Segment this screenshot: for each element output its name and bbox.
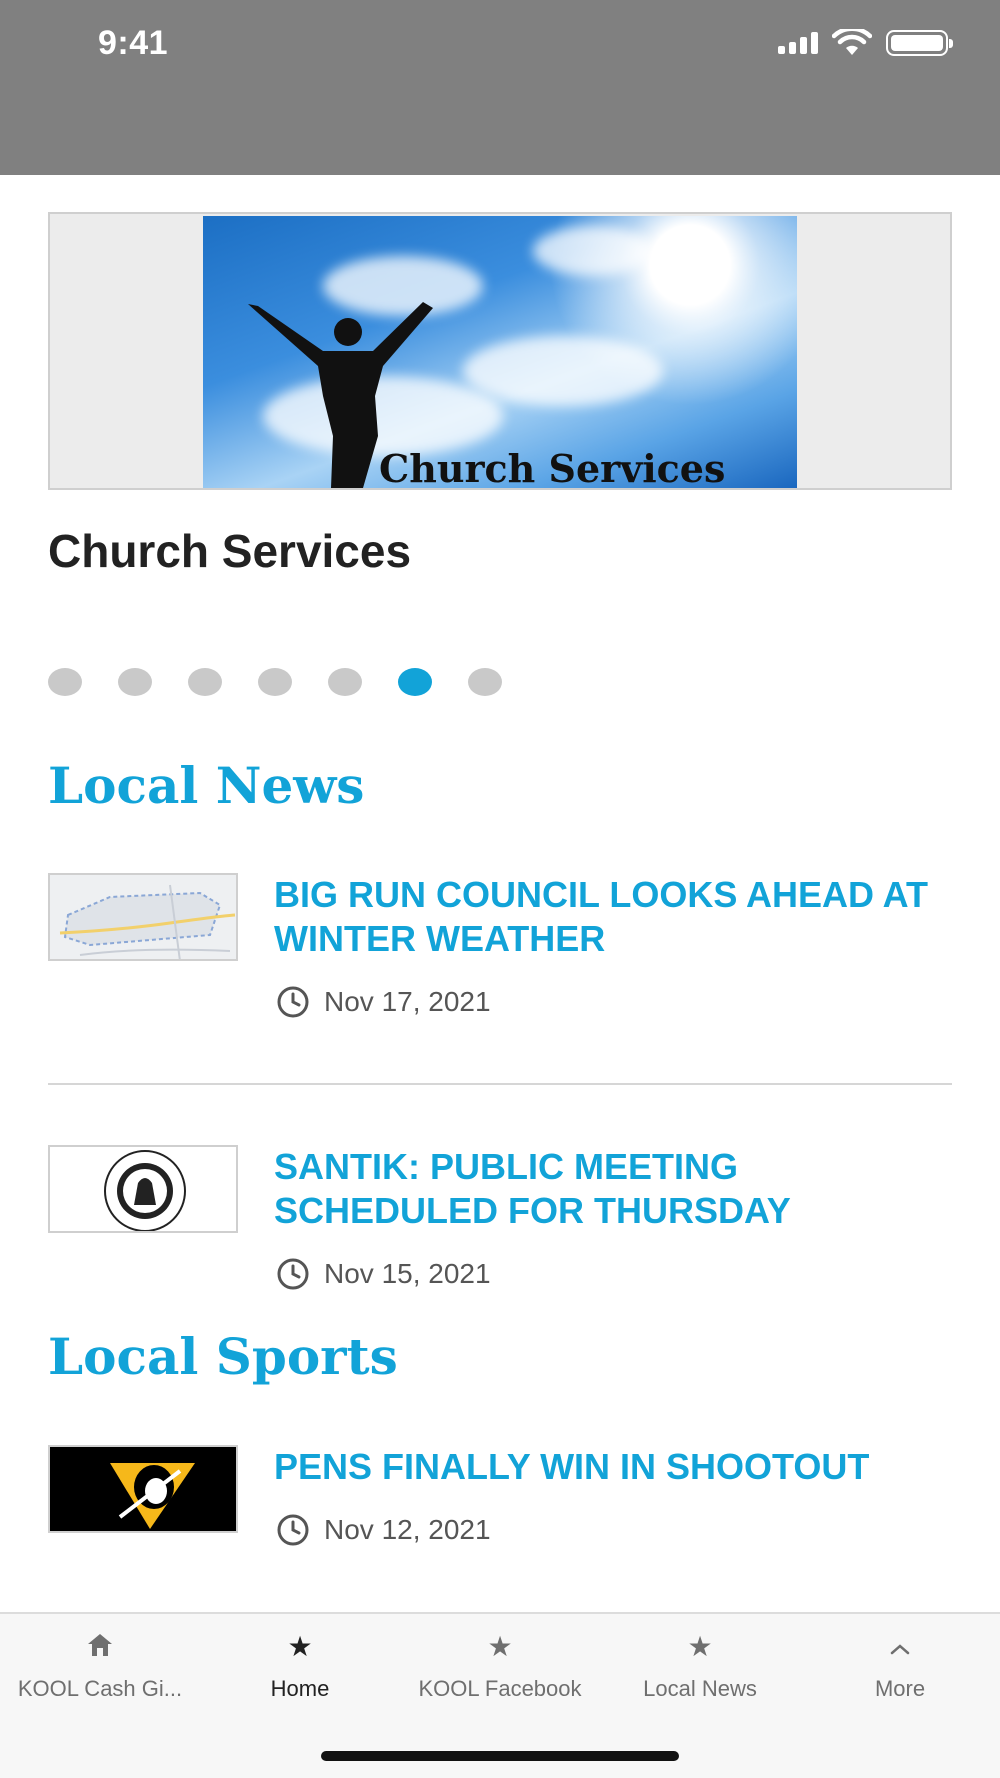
news-date-text: Nov 17, 2021 <box>324 986 491 1017</box>
clock-icon <box>277 986 309 1018</box>
tab-kool-cash[interactable]: KOOL Cash Gi... <box>0 1632 200 1702</box>
tab-more[interactable]: More <box>800 1632 1000 1702</box>
news-date-text: Nov 12, 2021 <box>324 1514 491 1545</box>
news-item[interactable]: BIG RUN COUNCIL LOOKS AHEAD AT WINTER WE… <box>48 873 952 1023</box>
chevron-up-icon <box>800 1632 1000 1662</box>
home-indicator[interactable] <box>321 1751 679 1761</box>
pagination-dot[interactable] <box>48 668 82 696</box>
news-item[interactable]: PENS FINALLY WIN IN SHOOTOUT Nov 12, 202… <box>48 1445 952 1565</box>
pagination-dot[interactable] <box>468 668 502 696</box>
news-date: Nov 17, 2021 <box>276 985 491 1019</box>
pagination-dot[interactable] <box>188 668 222 696</box>
news-headline[interactable]: BIG RUN COUNCIL LOOKS AHEAD AT WINTER WE… <box>274 873 954 961</box>
carousel-image-caption: Church Services <box>379 446 726 488</box>
carousel-pagination[interactable] <box>48 668 502 696</box>
news-item[interactable]: SANTIK: PUBLIC MEETING SCHEDULED FOR THU… <box>48 1145 952 1295</box>
clock-icon <box>277 1258 309 1290</box>
news-date: Nov 15, 2021 <box>276 1257 491 1291</box>
carousel-image[interactable]: Church Services <box>203 216 797 488</box>
carousel-title[interactable]: Church Services <box>48 524 411 578</box>
map-thumbnail[interactable] <box>48 873 238 961</box>
tab-label: Home <box>270 1676 330 1701</box>
star-icon: ★ <box>487 1631 513 1662</box>
tab-label: Local News <box>643 1676 757 1701</box>
signal-icon <box>778 32 818 54</box>
news-date-text: Nov 15, 2021 <box>324 1258 491 1289</box>
pagination-dot[interactable] <box>258 668 292 696</box>
status-icons <box>778 28 953 58</box>
borough-seal-thumbnail[interactable] <box>48 1145 238 1233</box>
star-icon: ★ <box>287 1631 313 1662</box>
news-divider <box>48 1083 952 1085</box>
pagination-dot-active[interactable] <box>398 668 432 696</box>
tab-label: KOOL Facebook <box>418 1676 582 1701</box>
featured-carousel[interactable]: Church Services <box>48 212 952 490</box>
top-bar: 9:41 <box>0 0 1000 175</box>
home-icon <box>0 1632 200 1662</box>
local-news-heading[interactable]: Local News <box>48 756 364 815</box>
wifi-icon <box>832 29 872 55</box>
tab-kool-facebook[interactable]: ★ KOOL Facebook <box>400 1632 600 1702</box>
tab-label: More <box>874 1676 926 1701</box>
pagination-dot[interactable] <box>118 668 152 696</box>
pagination-dot[interactable] <box>328 668 362 696</box>
news-headline[interactable]: SANTIK: PUBLIC MEETING SCHEDULED FOR THU… <box>274 1145 954 1233</box>
news-date: Nov 12, 2021 <box>276 1513 491 1547</box>
clock-icon <box>277 1514 309 1546</box>
local-sports-heading[interactable]: Local Sports <box>48 1327 398 1386</box>
penguins-logo-thumbnail[interactable] <box>48 1445 238 1533</box>
battery-icon <box>886 30 953 56</box>
tab-label: KOOL Cash Gi... <box>17 1676 183 1701</box>
tab-home[interactable]: ★ Home <box>200 1632 400 1702</box>
status-time: 9:41 <box>98 24 169 62</box>
star-icon: ★ <box>687 1631 713 1662</box>
tab-local-news[interactable]: ★ Local News <box>600 1632 800 1702</box>
news-headline[interactable]: PENS FINALLY WIN IN SHOOTOUT <box>274 1445 954 1489</box>
